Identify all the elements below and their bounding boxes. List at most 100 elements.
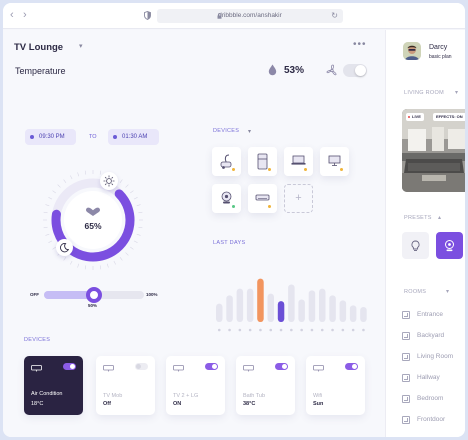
- device-toggle[interactable]: [205, 363, 218, 370]
- dial-tick: [130, 190, 134, 194]
- status-dot: [340, 168, 343, 171]
- fridge-icon: [257, 153, 268, 170]
- chevron-down-icon[interactable]: ▾: [79, 42, 83, 50]
- start-time-pill[interactable]: 09:30 PM: [25, 129, 76, 145]
- climate-toggle[interactable]: [343, 64, 367, 77]
- chevron-down-icon[interactable]: ▾: [248, 128, 251, 135]
- fan-icon: [326, 64, 337, 76]
- room-icon: [402, 416, 410, 424]
- night-mode-button[interactable]: [56, 239, 73, 256]
- device-name: TV 2 + LG: [173, 393, 199, 399]
- day-marker: [259, 328, 262, 332]
- device-tile-laptop[interactable]: [284, 147, 313, 176]
- back-arrow-icon[interactable]: ‹: [10, 10, 14, 21]
- usage-bar[interactable]: [236, 288, 244, 322]
- shield-icon[interactable]: [144, 11, 151, 20]
- usage-bar[interactable]: [267, 293, 275, 322]
- dial-tick: [84, 265, 87, 270]
- dial-tick: [52, 190, 56, 194]
- address-bar[interactable]: dribbble.com/anshakir ↻: [157, 9, 343, 23]
- router-icon: [313, 365, 324, 372]
- chevron-up-icon[interactable]: ▴: [438, 214, 441, 221]
- usage-bar[interactable]: [329, 295, 336, 322]
- to-label: TO: [89, 134, 97, 140]
- device-state: 18°C: [31, 401, 44, 407]
- usage-bar[interactable]: [360, 307, 367, 322]
- clock-icon: [113, 135, 117, 139]
- device-toggle[interactable]: [345, 363, 358, 370]
- dial-tick: [45, 204, 50, 207]
- dial-tick: [63, 257, 67, 261]
- device-tile-speaker[interactable]: [212, 184, 241, 213]
- browser-toolbar: ‹ › dribbble.com/anshakir ↻: [3, 3, 465, 29]
- device-tile-monitor[interactable]: [320, 147, 349, 176]
- usage-bar[interactable]: [257, 278, 264, 322]
- bulb-icon: [411, 240, 420, 251]
- preset-button-2[interactable]: [436, 232, 463, 259]
- device-tile-vacuum[interactable]: [212, 147, 241, 176]
- dial-tick: [136, 204, 141, 207]
- end-time-pill[interactable]: 01:30 AM: [108, 129, 159, 145]
- laptop-icon: [291, 155, 306, 165]
- intensity-dial[interactable]: 65%: [38, 165, 148, 275]
- device-card[interactable]: TV Mob Off: [96, 356, 155, 415]
- temperature-label: Temperature: [15, 66, 66, 76]
- brightness-slider[interactable]: [44, 287, 144, 303]
- dial-tick: [99, 265, 102, 270]
- preset-button-1[interactable]: [402, 232, 429, 259]
- dial-tick: [77, 172, 80, 177]
- usage-bar[interactable]: [339, 300, 347, 322]
- room-name: Bedroom: [417, 395, 444, 402]
- device-name: Air Condition: [31, 391, 63, 397]
- room-title[interactable]: TV Lounge: [14, 42, 63, 53]
- speaker-icon: [221, 191, 232, 204]
- room-icon: [402, 353, 410, 361]
- usage-bar[interactable]: [277, 301, 285, 322]
- day-marker: [341, 328, 345, 332]
- device-tile-air-conditioner[interactable]: [248, 184, 277, 213]
- dial-tick: [113, 260, 116, 265]
- avatar[interactable]: [403, 42, 421, 60]
- day-mode-button[interactable]: [100, 172, 118, 190]
- chevron-down-icon[interactable]: ▾: [455, 89, 458, 96]
- day-marker: [290, 328, 293, 332]
- forward-arrow-icon[interactable]: ›: [23, 10, 27, 21]
- usage-bar[interactable]: [319, 288, 326, 322]
- devices-bottom-label: DEVICES: [24, 337, 51, 343]
- usage-bar[interactable]: [288, 284, 295, 323]
- effects-badge[interactable]: EFFECTS: ON: [433, 113, 465, 121]
- usage-bar-chart: [216, 278, 367, 332]
- living-room-camera-feed[interactable]: LIVE EFFECTS: ON: [402, 109, 465, 192]
- device-card[interactable]: Wifi Sun: [306, 356, 365, 415]
- monitor-icon: [328, 155, 341, 166]
- chevron-down-icon[interactable]: ▾: [446, 288, 449, 295]
- slider-min-label: OFF: [30, 292, 39, 297]
- device-toggle[interactable]: [275, 363, 288, 370]
- usage-bar[interactable]: [308, 290, 316, 322]
- day-marker: [351, 328, 355, 332]
- device-tile-fridge[interactable]: [248, 147, 277, 176]
- usage-bar[interactable]: [216, 303, 223, 322]
- slider-handle[interactable]: [86, 287, 102, 303]
- url-text: dribbble.com/anshakir: [218, 12, 282, 19]
- more-options-icon[interactable]: •••: [353, 39, 367, 50]
- usage-bar[interactable]: [246, 288, 254, 322]
- device-toggle[interactable]: [135, 363, 148, 370]
- device-name: Bath Tub: [243, 393, 266, 399]
- device-state: 38°C: [243, 401, 256, 407]
- device-card[interactable]: Air Condition 18°C: [24, 356, 83, 415]
- device-card[interactable]: Bath Tub 38°C: [236, 356, 295, 415]
- dial-tick: [119, 179, 123, 183]
- device-card[interactable]: TV 2 + LG ON: [166, 356, 225, 415]
- dial-tick: [45, 233, 50, 236]
- device-state: Sun: [313, 401, 324, 407]
- add-device-button[interactable]: +: [284, 184, 313, 213]
- dial-tick: [136, 233, 141, 236]
- device-toggle[interactable]: [63, 363, 76, 370]
- usage-bar[interactable]: [226, 295, 233, 322]
- device-state: ON: [173, 401, 182, 407]
- usage-bar[interactable]: [298, 299, 305, 323]
- usage-bar[interactable]: [349, 305, 357, 322]
- reload-icon[interactable]: ↻: [331, 9, 338, 23]
- day-marker: [310, 328, 314, 332]
